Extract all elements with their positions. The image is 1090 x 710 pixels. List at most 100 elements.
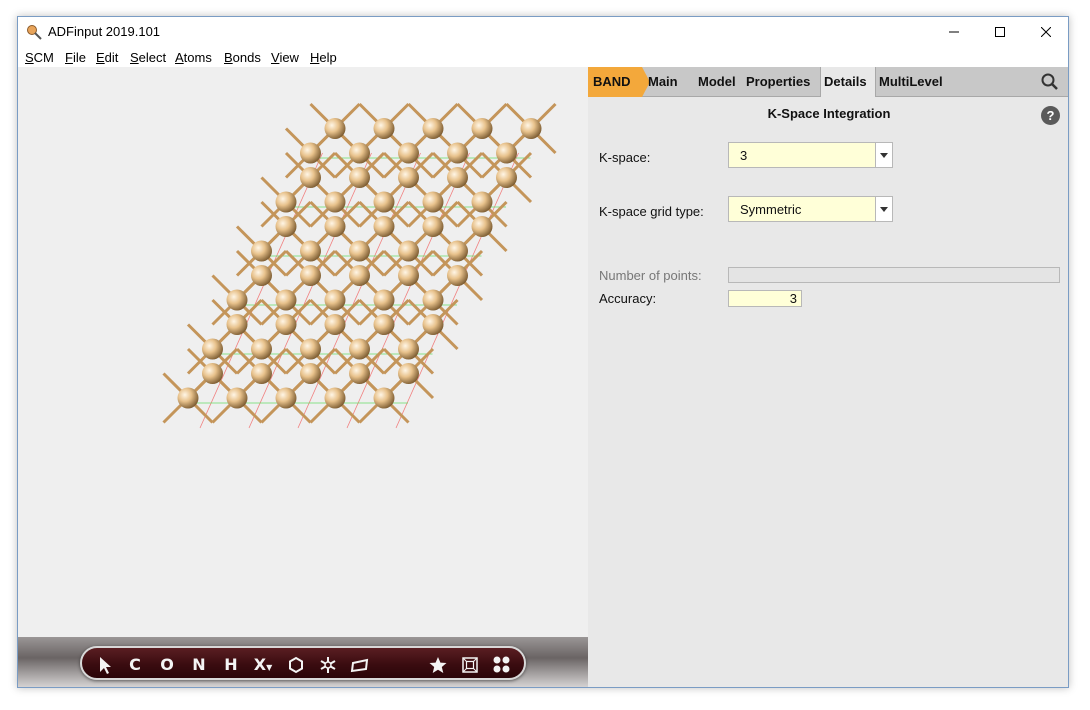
menu-file[interactable]: File xyxy=(65,50,86,65)
atom xyxy=(398,363,419,384)
atom xyxy=(422,216,444,237)
atom xyxy=(398,142,419,164)
grid-type-label: K-space grid type: xyxy=(599,204,704,219)
atom xyxy=(300,265,321,286)
box-icon[interactable] xyxy=(460,655,480,675)
molecule-viewer[interactable]: C O N H X▼ xyxy=(18,67,588,687)
title-bar: ADFinput 2019.101 xyxy=(18,17,1068,47)
tab-details[interactable]: Details xyxy=(824,74,867,89)
kspace-select[interactable]: 3 xyxy=(728,142,893,168)
cell-edge-line xyxy=(346,152,470,429)
carbon-button[interactable]: C xyxy=(126,655,144,675)
other-element-button[interactable]: X▼ xyxy=(252,655,274,675)
atom xyxy=(275,387,297,409)
atom xyxy=(471,216,493,237)
atom xyxy=(496,142,517,164)
atom xyxy=(251,240,272,262)
atom xyxy=(300,363,321,384)
atom xyxy=(422,118,444,139)
menu-scm[interactable]: SCM xyxy=(25,50,54,65)
atom xyxy=(422,191,444,213)
tab-multilevel[interactable]: MultiLevel xyxy=(879,74,943,89)
snowflake-icon[interactable] xyxy=(318,655,338,675)
atom xyxy=(373,314,395,335)
accuracy-label: Accuracy: xyxy=(599,291,657,306)
menu-view[interactable]: View xyxy=(271,50,299,65)
star-icon[interactable] xyxy=(428,655,448,675)
nitrogen-button[interactable]: N xyxy=(190,655,208,675)
atom xyxy=(373,191,395,213)
atom xyxy=(349,167,370,188)
atom xyxy=(398,265,419,286)
cell-edge-line xyxy=(199,152,323,429)
menu-atoms[interactable]: Atoms xyxy=(175,50,212,65)
atom xyxy=(324,118,346,139)
atom xyxy=(373,387,395,409)
atom xyxy=(177,387,199,409)
other-element-label: X xyxy=(253,655,267,674)
menu-select[interactable]: Select xyxy=(130,50,166,65)
minimize-icon xyxy=(949,31,959,33)
atom xyxy=(349,240,370,262)
molecule-icon[interactable] xyxy=(491,655,513,675)
window-title: ADFinput 2019.101 xyxy=(48,24,161,39)
atom xyxy=(202,363,223,384)
atom xyxy=(349,363,370,384)
dropdown-triangle-icon: ▼ xyxy=(266,663,273,672)
atom xyxy=(324,314,346,335)
cell-edge-line xyxy=(248,152,372,429)
tab-model[interactable]: Model xyxy=(698,74,736,89)
kspace-value: 3 xyxy=(740,148,748,163)
hydrogen-button[interactable]: H xyxy=(222,655,240,675)
minimize-button[interactable] xyxy=(931,17,977,47)
atom xyxy=(275,289,297,311)
accuracy-field[interactable]: 3 xyxy=(728,290,802,307)
atom xyxy=(275,314,297,335)
cell-edge-line xyxy=(395,152,519,429)
maximize-button[interactable] xyxy=(977,17,1023,47)
menu-edit[interactable]: Edit xyxy=(96,50,118,65)
atom xyxy=(422,314,444,335)
input-panel: BAND Main Model Properties Details Multi… xyxy=(588,67,1068,687)
select-arrow-icon[interactable] xyxy=(96,655,114,675)
atom xyxy=(398,338,419,360)
plane-icon[interactable] xyxy=(350,655,370,675)
atom xyxy=(300,142,321,164)
num-points-label: Number of points: xyxy=(599,268,702,283)
atom xyxy=(373,118,395,139)
chevron-down-icon[interactable] xyxy=(875,143,892,167)
menu-help[interactable]: Help xyxy=(310,50,337,65)
atom xyxy=(275,216,297,237)
ring-icon[interactable] xyxy=(286,655,306,675)
tab-properties[interactable]: Properties xyxy=(746,74,810,89)
kspace-label: K-space: xyxy=(599,150,651,165)
menu-bonds[interactable]: Bonds xyxy=(224,50,261,65)
tab-main[interactable]: Main xyxy=(648,74,678,89)
grid-type-value: Symmetric xyxy=(740,202,802,217)
chevron-down-icon[interactable] xyxy=(875,197,892,221)
atom xyxy=(520,118,542,139)
atom xyxy=(226,387,248,409)
grid-type-select[interactable]: Symmetric xyxy=(728,196,893,222)
menu-bar: SCM File Edit Select Atoms Bonds View He… xyxy=(18,47,1068,67)
close-button[interactable] xyxy=(1023,17,1068,47)
atom xyxy=(447,167,468,188)
close-icon xyxy=(1041,27,1051,37)
atom xyxy=(398,167,419,188)
atom xyxy=(324,387,346,409)
oxygen-button[interactable]: O xyxy=(158,655,176,675)
atom xyxy=(300,167,321,188)
atom xyxy=(447,240,468,262)
editor-toolbar: C O N H X▼ xyxy=(80,646,526,680)
atom xyxy=(300,338,321,360)
cell-edge-line xyxy=(297,152,421,429)
num-points-field xyxy=(728,267,1060,283)
help-button[interactable]: ? xyxy=(1041,106,1060,125)
atom xyxy=(496,167,517,188)
crystal-structure[interactable] xyxy=(18,67,588,637)
adf-app-icon xyxy=(27,25,42,40)
atom xyxy=(373,289,395,311)
atom xyxy=(300,240,321,262)
search-icon[interactable] xyxy=(1040,72,1060,92)
tab-band-label[interactable]: BAND xyxy=(593,74,631,89)
